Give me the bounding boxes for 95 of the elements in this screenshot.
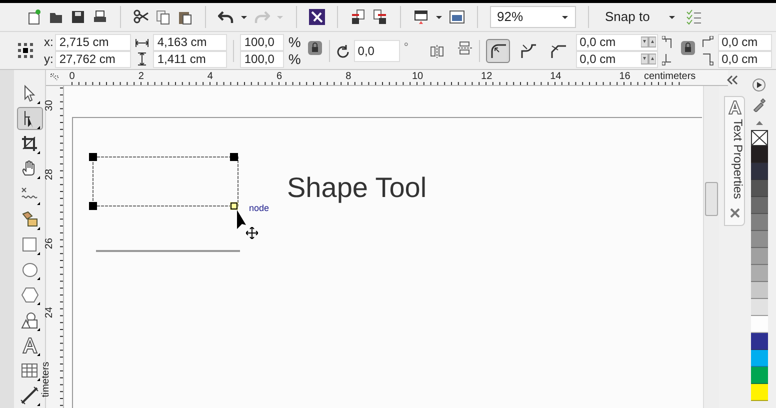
color-swatch[interactable]	[750, 316, 768, 333]
angle-field[interactable]: 0,0	[354, 40, 400, 62]
color-swatch[interactable]	[750, 197, 768, 214]
ruler-label: 30	[44, 100, 56, 112]
ruler-label: 10	[412, 71, 424, 82]
color-swatch[interactable]	[750, 384, 768, 401]
value-field[interactable]: 27,762 cm	[55, 50, 132, 68]
color-swatch[interactable]	[750, 265, 768, 282]
cursor-arrow-icon	[236, 209, 248, 231]
scroll-up-icon[interactable]	[754, 120, 764, 126]
image-icon[interactable]	[449, 9, 465, 25]
docker-tab[interactable]: Text Properties	[724, 96, 745, 226]
import-icon[interactable]	[350, 9, 366, 25]
vertical-scrollbar[interactable]	[703, 86, 719, 408]
color-swatch[interactable]	[750, 350, 768, 367]
x-label: x:	[44, 34, 54, 50]
scroll-thumb[interactable]	[705, 182, 718, 216]
undo-icon[interactable]	[218, 9, 234, 25]
value-field[interactable]: 100,0	[240, 50, 284, 68]
double-chevron-icon[interactable]	[727, 75, 738, 85]
color-swatch[interactable]	[750, 367, 768, 384]
value-field[interactable]: 0,0 cm	[718, 50, 772, 68]
value-field[interactable]: 4,163 cm	[153, 34, 228, 50]
ruler-label: 28	[44, 169, 56, 180]
save-icon[interactable]	[70, 9, 86, 25]
corner-radius-field[interactable]: 0,0 cm	[576, 34, 658, 50]
color-swatch[interactable]	[750, 214, 768, 231]
ruler-origin-icon[interactable]	[50, 73, 59, 82]
paste-icon[interactable]	[177, 9, 193, 25]
value-field[interactable]: 2,715 cm	[55, 34, 132, 50]
text-properties-icon	[727, 99, 743, 115]
move-cursor-icon	[246, 227, 258, 239]
text-object: Shape Tool	[287, 172, 427, 204]
color-swatch[interactable]	[750, 163, 768, 180]
eyedropper-icon[interactable]	[752, 98, 766, 112]
corner-radius-field[interactable]: 0,0 cm	[576, 50, 658, 68]
ruler-label: 12	[481, 71, 492, 82]
color-swatch[interactable]	[750, 146, 768, 163]
corner-icon	[662, 36, 674, 48]
caret-icon[interactable]	[240, 13, 248, 21]
no-color-swatch[interactable]	[750, 130, 768, 146]
value-field[interactable]: 100,0	[240, 34, 284, 50]
value-field[interactable]: 0,0 cm	[718, 34, 772, 50]
ruler-label: 14	[550, 71, 562, 82]
spinner-icon[interactable]	[640, 53, 656, 65]
node-label: node	[249, 202, 270, 215]
rotate-icon[interactable]	[336, 44, 350, 58]
color-swatch[interactable]	[750, 282, 768, 299]
export-icon[interactable]	[372, 9, 388, 25]
ruler-label: 4	[207, 71, 213, 82]
new-document-icon[interactable]	[26, 9, 42, 25]
y-label: y:	[44, 50, 54, 68]
ruler-label: 16	[619, 71, 630, 82]
color-swatch[interactable]	[750, 299, 768, 316]
copy-icon[interactable]	[155, 9, 171, 25]
mirror-vertical-icon[interactable]	[456, 40, 473, 56]
position-grid-icon[interactable]	[18, 42, 34, 58]
ruler-label: 6	[276, 71, 282, 82]
caret-icon	[668, 13, 676, 21]
ruler-label: 8	[346, 71, 352, 82]
docker-tab-label: Text Properties	[730, 119, 746, 200]
scissors-icon[interactable]	[133, 9, 149, 25]
corner-icon	[662, 52, 674, 66]
color-swatch[interactable]	[750, 180, 768, 197]
play-icon[interactable]	[752, 78, 766, 92]
ruler-label: 0	[69, 71, 75, 82]
print-icon[interactable]	[92, 9, 108, 25]
lock-icon[interactable]	[680, 40, 696, 56]
lock-icon[interactable]	[306, 40, 323, 56]
percent-sign: %	[288, 50, 301, 68]
launcher-tool-icon[interactable]	[309, 9, 325, 25]
ruler-unit-label: centimeters	[644, 71, 696, 82]
color-swatch[interactable]	[750, 231, 768, 248]
corner-icon	[702, 36, 714, 48]
ruler-unit-label: timeters	[40, 362, 52, 398]
color-swatch[interactable]	[750, 333, 768, 350]
shape-tool-button[interactable]	[16, 107, 42, 130]
corner-icon	[702, 52, 714, 66]
mirror-horizontal-icon[interactable]	[428, 42, 445, 58]
snap-to-dropdown[interactable]: Snap to	[601, 6, 680, 28]
ruler-label: 2	[138, 71, 144, 82]
caret-icon	[561, 13, 569, 21]
ruler-label: 26	[44, 238, 56, 250]
spinner-icon[interactable]	[640, 36, 656, 48]
checklist-icon[interactable]	[686, 9, 702, 25]
round-corner-button[interactable]	[486, 38, 510, 62]
ruler-label: 24	[44, 307, 56, 318]
close-icon[interactable]	[730, 208, 740, 218]
color-swatch[interactable]	[750, 248, 768, 265]
degree-sign: °	[404, 39, 409, 56]
percent-sign: %	[288, 34, 301, 50]
caret-icon[interactable]	[435, 13, 443, 21]
zoom-dropdown[interactable]: 92%	[490, 6, 576, 28]
value-field[interactable]: 1,411 cm	[153, 50, 228, 68]
window-icon[interactable]	[413, 9, 429, 25]
